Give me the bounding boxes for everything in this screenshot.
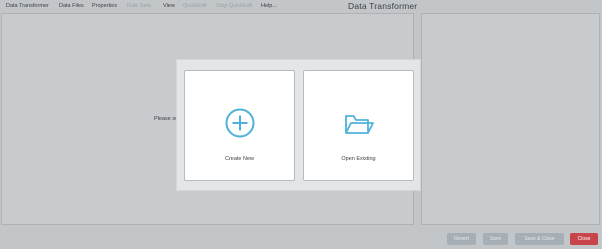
right-panel xyxy=(421,13,600,225)
menu-quickedit[interactable]: QuickEdit xyxy=(183,3,207,9)
folder-open-icon xyxy=(343,107,375,139)
create-new-card[interactable]: Create New xyxy=(184,70,295,181)
plus-circle-icon xyxy=(224,107,256,139)
app-title: Data Transformer xyxy=(348,1,418,11)
create-new-label: Create New xyxy=(224,156,255,162)
menu-bar: Data Transformer Data Files Properties R… xyxy=(0,0,602,12)
start-dialog: Create New Open Existing xyxy=(176,59,421,191)
menu-help[interactable]: Help... xyxy=(261,3,277,9)
left-panel-message: Please se xyxy=(154,116,179,122)
revert-button[interactable]: Revert xyxy=(447,233,476,245)
open-existing-card[interactable]: Open Existing xyxy=(303,70,414,181)
save-button[interactable]: Save xyxy=(483,233,508,245)
menu-properties[interactable]: Properties xyxy=(92,3,117,9)
menu-stop-quickedit[interactable]: Stop QuickEdit xyxy=(216,3,252,9)
menu-data-files[interactable]: Data Files xyxy=(59,3,84,9)
save-close-button[interactable]: Save & Close xyxy=(515,233,564,245)
menu-data-transformer[interactable]: Data Transformer xyxy=(6,3,49,9)
menu-view[interactable]: View xyxy=(163,3,175,9)
open-existing-label: Open Existing xyxy=(341,156,376,162)
close-button[interactable]: Close xyxy=(570,233,598,245)
menu-rule-sets[interactable]: Rule Sets... xyxy=(127,3,155,9)
